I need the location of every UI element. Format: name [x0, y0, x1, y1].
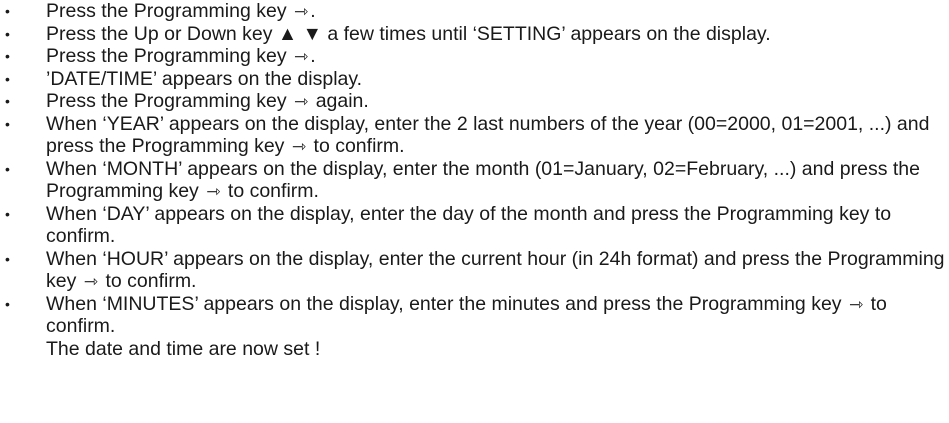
- programming-key-icon: ⇾: [294, 2, 309, 21]
- step-text: When ‘YEAR’ appears on the display, ente…: [46, 112, 930, 158]
- list-item: • When ‘DAY’ appears on the display, ente…: [0, 203, 949, 248]
- list-item: • When ‘YEAR’ appears on the display, ent…: [0, 113, 949, 158]
- list-item: • Press the Programming key ⇾ again.: [0, 90, 949, 113]
- bullet-point: •: [5, 25, 10, 42]
- list-item: • Press the Programming key ⇾.: [0, 45, 949, 68]
- bullet-point: •: [5, 70, 10, 87]
- completion-note: The date and time are now set !: [46, 337, 321, 360]
- programming-key-icon: ⇾: [294, 92, 309, 111]
- programming-key-icon: ⇾: [206, 182, 221, 201]
- programming-key-icon: ⇾: [294, 47, 309, 66]
- list-item: • Press the Up or Down key ▲ ▼ a few time…: [0, 23, 949, 46]
- bullet-point: •: [5, 93, 10, 109]
- bullet-point: •: [5, 48, 10, 64]
- list-item: • Press the Programming key ⇾.: [0, 0, 949, 23]
- bullet-point: •: [5, 115, 10, 132]
- step-text: When ‘MINUTES’ appears on the display, e…: [46, 292, 842, 315]
- bullet-point: •: [5, 205, 10, 222]
- step-text-after: .: [310, 0, 316, 22]
- bullet-point: •: [5, 250, 10, 267]
- step-text-after: to confirm.: [313, 135, 405, 157]
- list-item: • ’DATE/TIME’ appears on the display.: [0, 68, 949, 91]
- step-text-after: .: [310, 45, 316, 67]
- programming-key-icon: ⇾: [291, 137, 307, 156]
- step-text: Press the Programming key: [46, 90, 287, 112]
- list-item: • When ‘MINUTES’ appears on the display, …: [0, 293, 949, 338]
- step-list: • Press the Programming key ⇾. • Press the…: [0, 0, 949, 338]
- programming-key-icon: ⇾: [848, 294, 864, 314]
- step-text: Press the Programming key: [46, 45, 287, 67]
- step-text: ’DATE/TIME’ appears on the display.: [46, 67, 363, 90]
- bullet-point: •: [5, 3, 10, 19]
- programming-key-icon: ⇾: [83, 272, 99, 291]
- bullet-point: •: [5, 295, 10, 312]
- step-text-after: to confirm.: [227, 180, 319, 202]
- bullet-point: •: [5, 160, 10, 177]
- instructions-document: • Press the Programming key ⇾. • Press the…: [0, 0, 949, 360]
- step-text: When ‘DAY’ appears on the display, enter…: [46, 202, 892, 248]
- step-text-after: to confirm.: [105, 270, 197, 292]
- step-text-after: again.: [315, 90, 369, 112]
- list-item: • When ‘HOUR’ appears on the display, ent…: [0, 248, 949, 293]
- step-text: Press the Up or Down key ▲ ▼ a few times…: [46, 22, 771, 45]
- list-item: • When ‘MONTH’ appears on the display, en…: [0, 158, 949, 203]
- step-text: When ‘MONTH’ appears on the display, ent…: [46, 157, 920, 203]
- step-text: Press the Programming key: [46, 0, 287, 22]
